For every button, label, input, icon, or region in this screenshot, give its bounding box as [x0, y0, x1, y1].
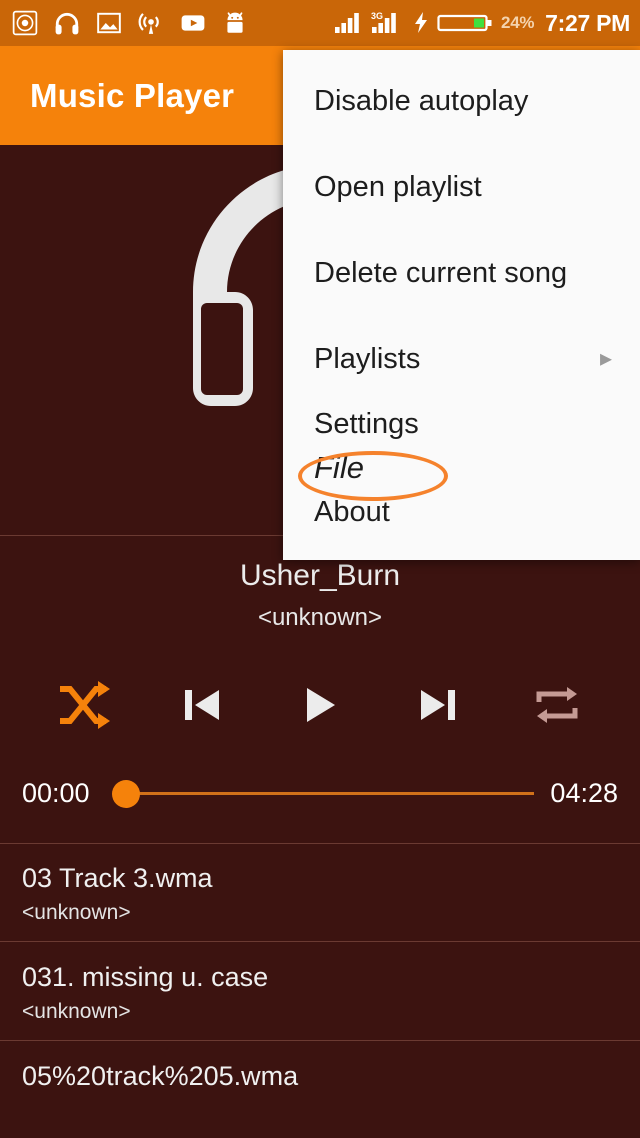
status-bar-notification-icons [12, 10, 248, 36]
status-bar-system-icons: 3G 24% 7:27 PM [333, 10, 630, 37]
page-title: Music Player [30, 76, 235, 114]
track-title: 05%20track%205.wma [22, 1061, 299, 1091]
menu-item-about[interactable]: About [283, 490, 640, 534]
youtube-icon [181, 15, 205, 31]
track-title: 031. missing u. case [22, 962, 269, 992]
play-icon [306, 688, 335, 722]
now-playing-artist: <unknown> [257, 604, 383, 631]
menu-item-label: About [314, 495, 390, 528]
headphones-icon [55, 12, 79, 35]
svg-text:3G: 3G [371, 11, 383, 21]
menu-item-label: Delete current song [314, 256, 568, 289]
menu-item-file[interactable]: File [283, 446, 640, 501]
menu-item-disable-autoplay[interactable]: Disable autoplay [283, 58, 640, 144]
menu-item-delete-current-song[interactable]: Delete current song [283, 230, 640, 316]
menu-item-label: Disable autoplay [314, 84, 529, 117]
submenu-arrow-icon: ▸ [599, 345, 612, 372]
shuffle-button[interactable] [51, 677, 115, 733]
current-time-label: 00:00 [22, 777, 90, 808]
track-artist: <unknown> [22, 1000, 131, 1023]
next-track-icon [421, 690, 456, 720]
battery-icon [437, 14, 492, 32]
table-row[interactable]: 031. missing u. case <unknown> [0, 941, 640, 1040]
seek-bar-area: 00:00 04:28 [0, 755, 640, 831]
menu-item-label: File [314, 450, 364, 485]
repeat-button[interactable] [525, 677, 589, 733]
image-icon [97, 12, 121, 34]
repeat-icon [536, 687, 578, 723]
menu-item-open-playlist[interactable]: Open playlist [283, 144, 640, 230]
signal-bars-icon-1 [335, 13, 359, 33]
menu-item-label: Playlists [314, 342, 421, 375]
menu-item-label: Open playlist [314, 170, 482, 203]
status-bar: 3G 24% 7:27 PM [0, 0, 640, 46]
signal-bars-icon-2-3g: 3G [371, 11, 396, 33]
shuffle-icon [60, 681, 111, 729]
battery-percent-label: 24% [501, 13, 535, 32]
menu-item-playlists[interactable]: Playlists ▸ [283, 316, 640, 402]
playback-controls [0, 662, 640, 748]
play-button[interactable] [288, 677, 352, 733]
broadcast-icon [138, 13, 159, 34]
track-list: 03 Track 3.wma <unknown> 031. missing u.… [0, 843, 640, 1108]
track-artist: <unknown> [22, 901, 131, 924]
previous-button[interactable] [170, 677, 234, 733]
previous-track-icon [184, 690, 219, 720]
table-row[interactable]: 03 Track 3.wma <unknown> [0, 843, 640, 941]
android-robot-icon [227, 12, 243, 33]
overflow-menu: Disable autoplay Open playlist Delete cu… [283, 50, 640, 560]
total-time-label: 04:28 [550, 777, 618, 808]
seek-track [125, 792, 535, 795]
menu-item-label: Settings [314, 407, 419, 440]
menu-item-settings[interactable]: Settings [283, 402, 640, 446]
track-title: 03 Track 3.wma [22, 863, 213, 893]
seek-slider[interactable] [111, 776, 535, 810]
now-playing-title: Usher_Burn [239, 559, 401, 592]
table-row[interactable]: 05%20track%205.wma [0, 1040, 640, 1108]
seek-thumb[interactable] [111, 780, 140, 808]
music-player-screen: 3G 24% 7:27 PM Music Player Usher_Burn <… [0, 0, 640, 1138]
clock-label: 7:27 PM [545, 9, 630, 36]
disc-icon [12, 10, 38, 36]
next-button[interactable] [406, 677, 470, 733]
charging-bolt-icon [415, 12, 428, 33]
